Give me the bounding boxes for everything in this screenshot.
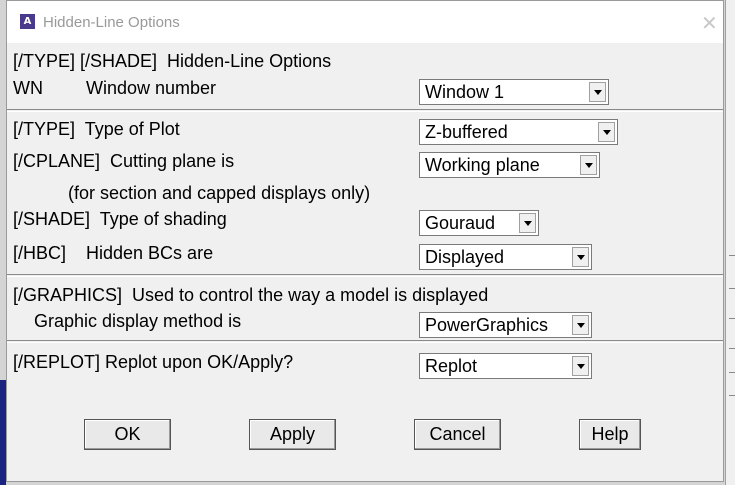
cplane-label: [/CPLANE] Cutting plane is [13,151,235,171]
type-of-plot-dropdown[interactable]: Z-buffered [419,119,618,145]
cplane-note: (for section and capped displays only) [68,183,371,203]
dropdown-arrow-icon[interactable] [572,315,589,335]
dropdown-value: PowerGraphics [425,315,549,335]
dropdown-value: Window 1 [425,82,505,102]
window-number-dropdown[interactable]: Window 1 [419,79,609,105]
hidden-line-options-dialog: A Hidden-Line Options ✕ [/TYPE] [/SHADE]… [6,0,724,482]
shade-label: [/SHADE] Type of shading [13,209,227,229]
divider [7,274,723,277]
section-heading: [/TYPE] [/SHADE] Hidden-Line Options [13,51,332,71]
dropdown-value: Replot [425,356,478,376]
app-icon: A [20,14,35,29]
divider [7,340,723,343]
wn-label: Window number [86,78,217,98]
divider [7,109,723,112]
replot-dropdown[interactable]: Replot [419,353,592,379]
hbc-label: [/HBC] Hidden BCs are [13,243,214,263]
graphics-heading: [/GRAPHICS] Used to control the way a mo… [13,285,489,305]
shading-dropdown[interactable]: Gouraud [419,210,539,236]
close-icon[interactable]: ✕ [701,11,718,35]
ok-button[interactable]: OK [84,419,171,450]
wn-code: WN [13,78,43,98]
dropdown-arrow-icon[interactable] [589,82,606,102]
dropdown-arrow-icon[interactable] [572,247,589,267]
dropdown-arrow-icon[interactable] [572,356,589,376]
window-title: Hidden-Line Options [43,14,180,31]
cutting-plane-dropdown[interactable]: Working plane [419,152,600,178]
graphics-method-label: Graphic display method is [34,311,242,331]
dropdown-arrow-icon[interactable] [519,213,536,233]
apply-button[interactable]: Apply [249,419,336,450]
help-button[interactable]: Help [579,419,641,450]
cancel-button[interactable]: Cancel [414,419,501,450]
dropdown-value: Gouraud [425,213,496,233]
title-bar: A Hidden-Line Options ✕ [7,1,723,43]
dropdown-arrow-icon[interactable] [598,122,615,142]
dropdown-value: Z-buffered [425,122,508,142]
type-label: [/TYPE] Type of Plot [13,119,180,139]
replot-label: [/REPLOT] Replot upon OK/Apply? [13,352,294,372]
dropdown-arrow-icon[interactable] [580,155,597,175]
background-window-edge [725,0,735,485]
dropdown-value: Working plane [425,155,540,175]
dropdown-value: Displayed [425,247,505,267]
display-method-dropdown[interactable]: PowerGraphics [419,312,592,338]
hidden-bcs-dropdown[interactable]: Displayed [419,244,592,270]
